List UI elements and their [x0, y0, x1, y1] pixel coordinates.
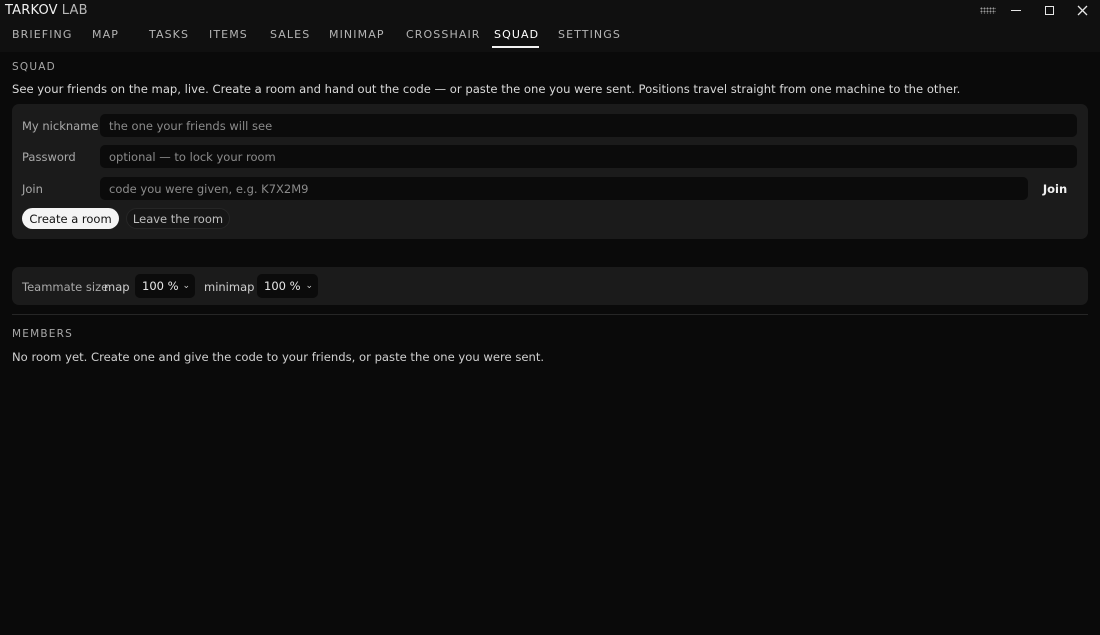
map-size-label: map: [104, 280, 130, 294]
tab-sales[interactable]: SALES: [270, 28, 310, 42]
tab-minimap[interactable]: MINIMAP: [329, 28, 385, 42]
minimap-size-value: 100 %: [264, 279, 301, 293]
tab-settings[interactable]: SETTINGS: [558, 28, 621, 42]
maximize-button[interactable]: [1036, 0, 1062, 21]
close-icon: [1077, 5, 1087, 16]
chevron-down-icon: ⌄: [305, 281, 313, 291]
minimize-button[interactable]: [1003, 0, 1029, 21]
tab-map[interactable]: MAP: [92, 28, 119, 42]
tab-tasks[interactable]: TASKS: [149, 28, 189, 42]
teammate-size-label: Teammate size: [22, 280, 109, 294]
minimize-icon: [1011, 9, 1021, 12]
squad-description: See your friends on the map, live. Creat…: [12, 82, 961, 96]
app-title-name: TARKOV: [5, 3, 58, 18]
tab-crosshair[interactable]: CROSSHAIR: [406, 28, 481, 42]
join-label: Join: [22, 182, 43, 196]
members-empty-message: No room yet. Create one and give the cod…: [12, 350, 545, 364]
title-bar[interactable]: TARKOV LAB: [0, 0, 1100, 21]
tab-squad[interactable]: SQUAD: [494, 28, 539, 42]
minimap-size-select[interactable]: 100 % ⌄: [257, 274, 318, 298]
drag-grip-icon[interactable]: [980, 7, 996, 14]
app-title-suffix: LAB: [61, 3, 88, 18]
tab-bar: BRIEFING MAP TASKS ITEMS SALES MINIMAP C…: [0, 21, 1100, 52]
password-label: Password: [22, 150, 76, 164]
active-tab-indicator: [492, 46, 539, 48]
map-size-value: 100 %: [142, 279, 179, 293]
room-panel: My nickname Password Join Join Create a …: [12, 104, 1088, 239]
leave-room-button[interactable]: Leave the room: [126, 208, 230, 229]
maximize-icon: [1044, 6, 1054, 15]
chevron-down-icon: ⌄: [182, 281, 190, 291]
tab-briefing[interactable]: BRIEFING: [12, 28, 73, 42]
join-button[interactable]: Join: [1033, 179, 1077, 199]
section-divider: [12, 314, 1088, 315]
nickname-input[interactable]: [100, 114, 1077, 137]
teammate-size-panel: Teammate size map 100 % ⌄ minimap 100 % …: [12, 267, 1088, 305]
password-input[interactable]: [100, 145, 1077, 168]
nickname-label: My nickname: [22, 119, 99, 133]
close-button[interactable]: [1069, 0, 1095, 21]
tab-items[interactable]: ITEMS: [209, 28, 248, 42]
create-room-button[interactable]: Create a room: [22, 208, 119, 229]
minimap-size-label: minimap: [204, 280, 255, 294]
members-section-label: MEMBERS: [12, 328, 73, 340]
app-title: TARKOV LAB: [5, 3, 88, 18]
join-code-input[interactable]: [100, 177, 1028, 200]
squad-section-label: SQUAD: [12, 61, 56, 73]
map-size-select[interactable]: 100 % ⌄: [135, 274, 195, 298]
